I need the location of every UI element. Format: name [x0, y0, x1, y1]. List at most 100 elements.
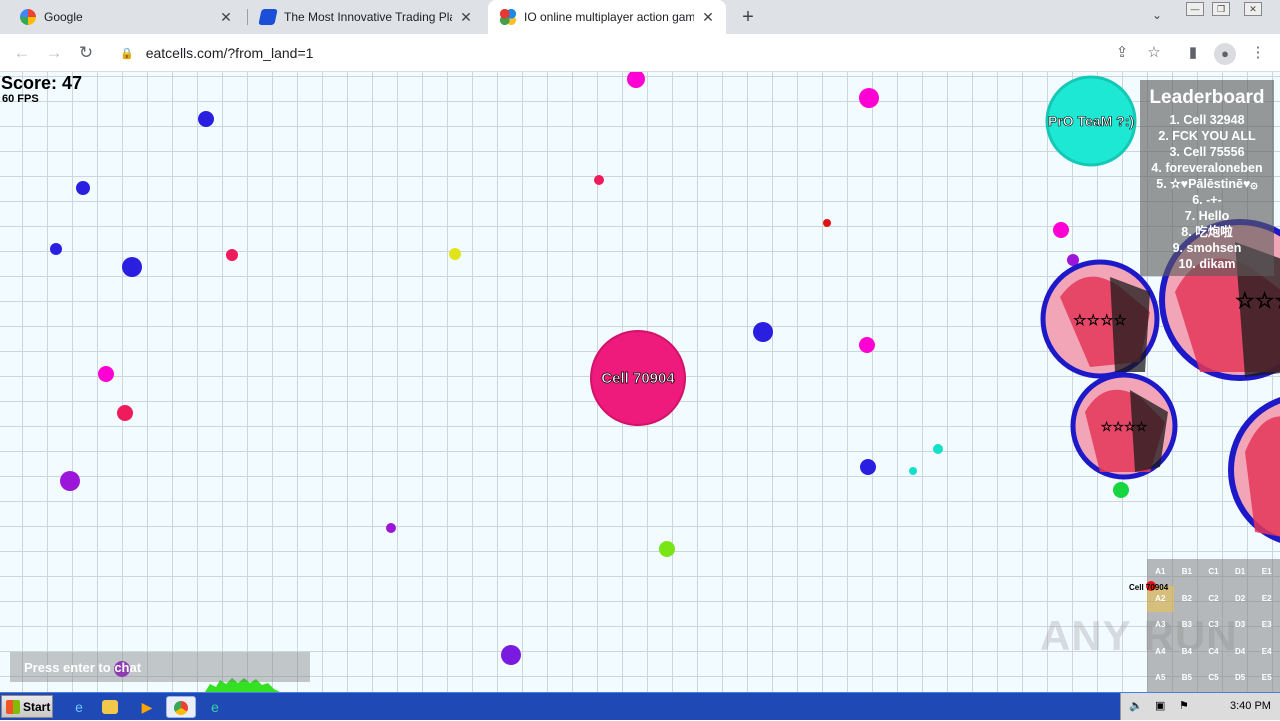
chat-input[interactable]: Press enter to chat	[10, 652, 310, 682]
food-pellet	[98, 366, 114, 382]
close-tab-icon[interactable]: ✕	[458, 9, 474, 26]
fps-display: 60 FPS	[2, 93, 39, 105]
address-bar[interactable]: 🔒 eatcells.com/?from_land=1	[110, 38, 1110, 68]
player-cell-name: Cell 70904	[601, 370, 675, 387]
food-pellet	[1113, 482, 1129, 498]
restore-window-icon[interactable]: ❐	[1212, 2, 1230, 16]
minimap-cell: D3	[1234, 620, 1246, 630]
bookmark-star-icon[interactable]: ☆	[1144, 43, 1164, 63]
lock-icon[interactable]: 🔒	[120, 47, 134, 60]
food-pellet	[1053, 222, 1069, 238]
tab-strip: Google ✕ The Most Innovative Trading Pla…	[0, 0, 1280, 34]
minimap-cell: A4	[1155, 646, 1166, 656]
media-player-icon[interactable]: ▶	[136, 696, 158, 718]
minimap-cell: A5	[1155, 673, 1166, 683]
minimap-cell: C2	[1208, 593, 1219, 603]
game-canvas[interactable]: PrO TeaM ?:) ☆☆☆☆ ☆☆☆☆ ☆☆☆☆ Ce	[0, 72, 1280, 692]
system-tray: 🔈 ▣ ⚑ 3:40 PM	[1120, 693, 1280, 720]
tab-trading-platform[interactable]: The Most Innovative Trading Platform ✕	[248, 0, 484, 34]
close-tab-icon[interactable]: ✕	[700, 9, 716, 26]
leaderboard-entry: 10. dikam	[1178, 257, 1236, 271]
food-pellet	[76, 181, 90, 195]
minimap: A1 B1 C1 D1 E1 A2 B2 C2 D2 E2 A3 B3 C3 D3 E3 A4 B4 C4 D4 E4…	[1147, 559, 1280, 692]
food-pellet	[122, 257, 142, 277]
chrome-icon[interactable]	[166, 696, 196, 718]
new-tab-icon[interactable]: +	[738, 5, 758, 29]
minimap-cell: E1	[1261, 567, 1272, 576]
leaderboard-entry: 1. Cell 32948	[1169, 113, 1245, 127]
pellet-layer	[50, 72, 1129, 677]
forward-arrow-icon[interactable]: →	[43, 42, 65, 64]
food-pellet	[198, 111, 214, 127]
enemy-cell-name: PrO TeaM ?:)	[1048, 113, 1134, 129]
food-pellet	[117, 405, 133, 421]
taskbar-clock: 3:40 PM	[1230, 700, 1271, 712]
tab-title: IO online multiplayer action game. Si	[524, 10, 694, 24]
minimap-cell: A3	[1155, 620, 1166, 630]
minimap-cell: C1	[1208, 567, 1219, 576]
reload-icon[interactable]: ↻	[75, 42, 97, 64]
tab-eatcells[interactable]: IO online multiplayer action game. Si ✕	[488, 0, 726, 34]
enemy-cell-pro-team: PrO TeaM ?:)	[1045, 75, 1137, 167]
enemy-cell-skinned: ☆☆☆☆	[1070, 372, 1178, 480]
side-panel-icon[interactable]: ▮	[1183, 43, 1203, 63]
minimap-player-label: Cell 70904	[1129, 583, 1169, 592]
edge-icon[interactable]: e	[204, 696, 226, 718]
minimap-cell: B2	[1181, 593, 1192, 603]
leaderboard-entry: 2. FCK YOU ALL	[1158, 129, 1256, 143]
leaderboard-entry: 6. -+-	[1192, 193, 1222, 207]
enemy-cell-skinned	[1228, 397, 1280, 543]
food-pellet	[50, 243, 62, 255]
minimap-cell: E2	[1261, 593, 1272, 603]
minimap-cell: B1	[1181, 567, 1192, 576]
windows-logo-icon	[6, 699, 20, 714]
minimap-cell: C5	[1208, 673, 1219, 683]
eatcells-favicon-icon	[500, 9, 516, 25]
minimap-cell: B4	[1181, 646, 1192, 656]
food-pellet	[753, 322, 773, 342]
action-center-flag-icon[interactable]: ⚑	[1179, 699, 1189, 712]
food-pellet	[859, 88, 879, 108]
food-pellet	[386, 523, 396, 533]
enemy-cell-name: ☆☆☆☆	[1073, 311, 1127, 329]
minimap-cell: B3	[1181, 620, 1192, 630]
network-icon[interactable]: ▣	[1155, 699, 1165, 712]
leaderboard: Leaderboard 1. Cell 32948 2. FCK YOU ALL…	[1140, 80, 1274, 276]
close-tab-icon[interactable]: ✕	[218, 9, 234, 26]
leaderboard-entry: 4. foreveraloneben	[1151, 161, 1263, 175]
trading-favicon-icon	[258, 9, 278, 25]
minimap-cell: B5	[1181, 673, 1192, 683]
start-button[interactable]: Start	[1, 695, 53, 718]
share-icon[interactable]: ⇪	[1112, 43, 1132, 63]
enemy-cell-skinned: ☆☆☆☆	[1040, 259, 1160, 379]
enemy-cell-name: ☆☆☆☆	[1235, 289, 1280, 314]
profile-avatar-icon[interactable]: ●	[1214, 43, 1236, 65]
taskbar: Start e ▶ e 🔈 ▣ ⚑ 3:40 PM	[0, 692, 1280, 720]
menu-kebab-icon[interactable]: ⋮	[1248, 43, 1268, 63]
food-pellet	[60, 471, 80, 491]
game-field[interactable]: PrO TeaM ?:) ☆☆☆☆ ☆☆☆☆ ☆☆☆☆ Ce	[0, 72, 1280, 692]
food-pellet	[659, 541, 675, 557]
internet-explorer-icon[interactable]: e	[68, 696, 90, 718]
back-arrow-icon[interactable]: ←	[11, 42, 33, 64]
minimap-cell: E5	[1261, 673, 1272, 683]
tab-search-chevron-icon[interactable]: ⌄	[1152, 8, 1162, 22]
leaderboard-entry: 9. smohsen	[1172, 241, 1242, 255]
minimize-window-icon[interactable]: —	[1186, 2, 1204, 16]
minimap-cell: E3	[1261, 620, 1272, 630]
url-text: eatcells.com/?from_land=1	[145, 45, 314, 61]
google-favicon-icon	[20, 9, 36, 25]
volume-icon[interactable]: 🔈	[1129, 699, 1143, 712]
leaderboard-entry: 3. Cell 75556	[1169, 145, 1245, 159]
tab-google[interactable]: Google ✕	[8, 0, 244, 34]
tab-title: Google	[44, 10, 83, 24]
tab-title: The Most Innovative Trading Platform	[284, 10, 452, 24]
minimap-cell: E4	[1261, 646, 1272, 656]
player-cell: Cell 70904	[590, 330, 686, 426]
file-explorer-icon[interactable]	[102, 700, 118, 714]
food-pellet	[226, 249, 238, 261]
leaderboard-entry: 8. 吃炮啦	[1181, 225, 1233, 239]
minimap-cell: D4	[1234, 646, 1246, 656]
food-pellet	[449, 248, 461, 260]
close-window-icon[interactable]: ✕	[1244, 2, 1262, 16]
